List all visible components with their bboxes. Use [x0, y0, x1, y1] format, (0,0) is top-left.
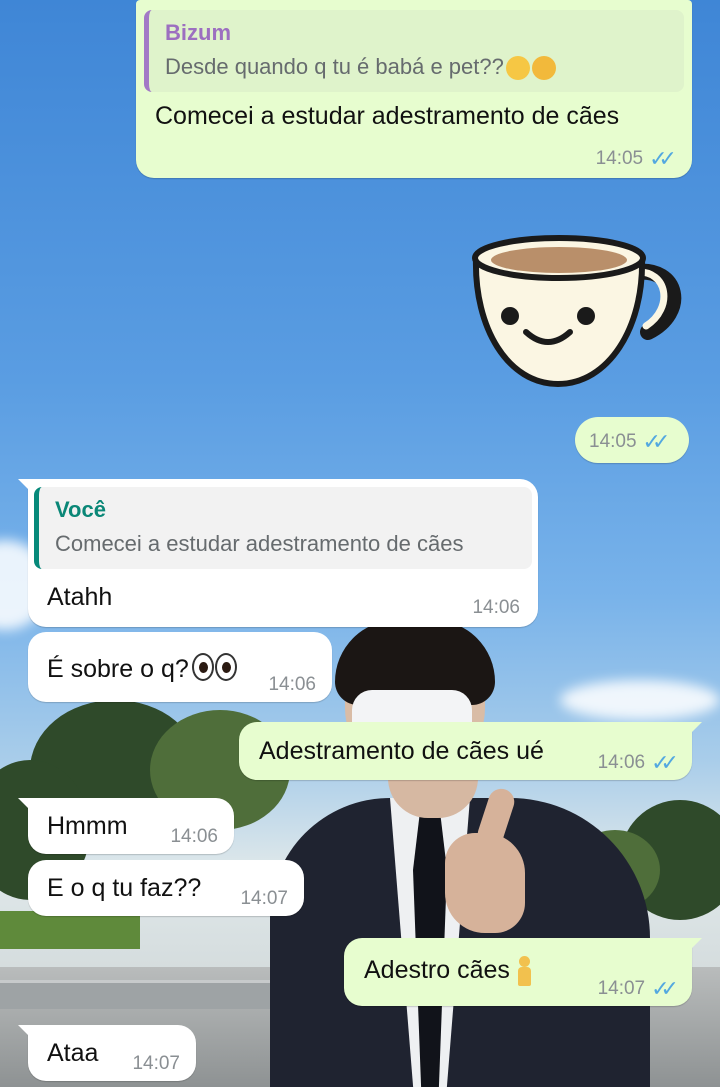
message-text: Comecei a estudar adestramento de cães [155, 102, 620, 130]
message-time: 14:05 [589, 431, 637, 452]
double-check-icon: ✓✓ [651, 976, 679, 1001]
quoted-message[interactable]: Você Comecei a estudar adestramento de c… [34, 487, 532, 569]
message-bubble-incoming[interactable]: Hmmm 14:06 [18, 798, 234, 854]
message-time: 14:06 [472, 597, 520, 618]
message-text: Atahh [47, 583, 113, 611]
message-time: 14:06 [170, 826, 218, 847]
message-text: E o q tu faz?? [47, 874, 202, 902]
coffee-cup-sticker[interactable] [468, 232, 688, 392]
sticker-time-chip: 14:05 ✓✓ [575, 417, 689, 463]
message-time: 14:07 [132, 1053, 180, 1074]
message-time: 14:05 [595, 148, 644, 169]
double-check-icon: ✓✓ [651, 750, 679, 775]
quote-text: Desde quando q tu é babá e pet?? [165, 54, 504, 79]
person-standing-emoji-icon [516, 956, 532, 987]
message-text: Adestro cães [364, 956, 510, 984]
message-text: É sobre o q? [47, 655, 189, 684]
message-time: 14:06 [597, 752, 646, 773]
message-time: 14:07 [240, 888, 288, 909]
message-text: Hmmm [47, 812, 128, 840]
quote-author: Você [55, 497, 106, 522]
double-check-icon: ✓✓ [642, 429, 671, 454]
quote-text: Comecei a estudar adestramento de cães [55, 531, 464, 556]
message-bubble-incoming[interactable]: Ataa 14:07 [18, 1025, 196, 1081]
message-text: Adestramento de cães ué [259, 737, 544, 765]
quote-author: Bizum [165, 20, 231, 45]
message-text: Ataa [47, 1039, 99, 1067]
eyes-emoji-icon [191, 653, 237, 688]
message-bubble-incoming[interactable]: E o q tu faz?? 14:07 [28, 860, 304, 916]
message-bubble-incoming[interactable]: É sobre o q? 14:06 [28, 632, 332, 702]
message-list: Bizum Desde quando q tu é babá e pet?? C… [0, 0, 720, 1087]
message-bubble-outgoing[interactable]: Adestramento de cães ué 14:06 ✓✓ [239, 722, 702, 780]
double-check-icon: ✓✓ [649, 146, 677, 171]
face-with-hand-over-mouth-emoji-icon [505, 56, 530, 81]
weary-face-emoji-icon [531, 56, 556, 81]
message-time: 14:07 [597, 978, 646, 999]
quoted-message[interactable]: Bizum Desde quando q tu é babá e pet?? [144, 10, 684, 92]
message-time: 14:06 [268, 674, 316, 695]
message-bubble-outgoing[interactable]: Bizum Desde quando q tu é babá e pet?? C… [136, 0, 692, 178]
message-bubble-incoming[interactable]: Você Comecei a estudar adestramento de c… [18, 479, 538, 627]
message-bubble-outgoing[interactable]: Adestro cães 14:07 ✓✓ [344, 938, 702, 1006]
